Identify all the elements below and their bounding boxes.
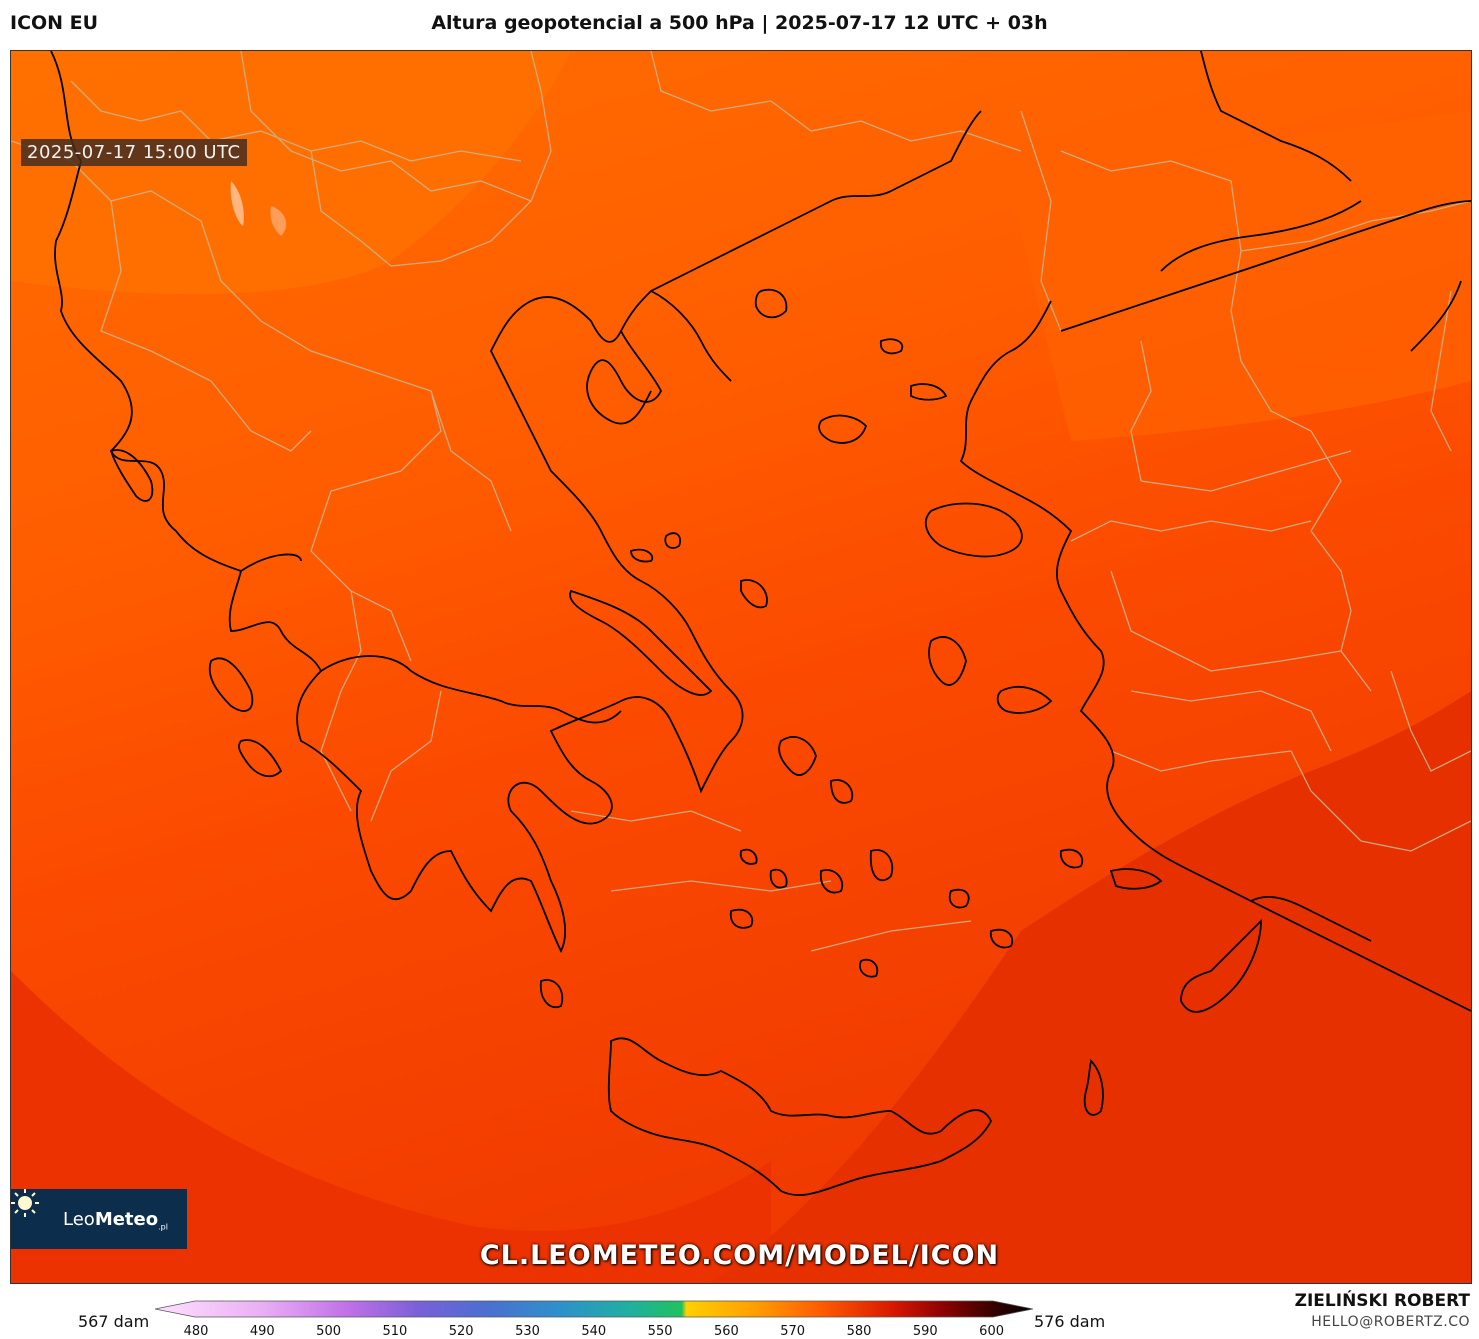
colorbar-tick-label: 500 — [316, 1324, 341, 1339]
logo-brand-bold: Meteo — [94, 1209, 159, 1230]
colorbar-tick-label: 520 — [448, 1324, 474, 1339]
colorbar-tick-label: 530 — [515, 1324, 540, 1339]
colorbar-tick-label: 510 — [382, 1324, 408, 1339]
colorbar — [155, 1300, 1033, 1318]
author-name: ZIELIŃSKI ROBERT — [1294, 1291, 1470, 1311]
geopotential-map — [11, 51, 1471, 1283]
chart-title: Altura geopotencial a 500 hPa | 2025-07-… — [431, 12, 1048, 34]
colorbar-tick-label: 480 — [183, 1324, 209, 1339]
watermark-url: CL.LEOMETEO.COM/MODEL/ICON — [479, 1240, 1000, 1271]
colorbar-tick-label: 490 — [249, 1324, 275, 1339]
colorbar-tick-label: 580 — [846, 1324, 872, 1339]
valid-time-label: 2025-07-17 15:00 UTC — [21, 139, 247, 166]
colorbar-tick-label: 570 — [780, 1324, 806, 1339]
logo-text: LeoMeteo.pl — [63, 1209, 168, 1232]
author-email: HELLO@ROBERTZ.CO — [1311, 1314, 1470, 1330]
colorbar-tick-label: 560 — [713, 1324, 739, 1339]
map-panel: 2025-07-17 15:00 UTC LeoMeteo.pl — [10, 50, 1472, 1284]
colorbar-tick-label: 590 — [912, 1324, 938, 1339]
colorbar-tick-label: 600 — [979, 1324, 1004, 1339]
colorbar-tick-label: 540 — [581, 1324, 607, 1339]
logo-suffix: .pl — [158, 1222, 168, 1232]
legend-min-label: 567 dam — [78, 1312, 150, 1331]
logo-brand-light: Leo — [63, 1209, 95, 1230]
sun-icon — [11, 1189, 39, 1217]
colorbar-tick-label: 550 — [647, 1324, 673, 1339]
legend-max-label: 576 dam — [1034, 1312, 1106, 1331]
